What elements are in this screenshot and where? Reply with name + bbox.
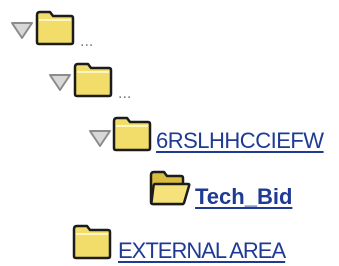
folder-open-icon[interactable] — [147, 166, 191, 206]
tree-node-link[interactable]: Tech_Bid — [195, 184, 292, 210]
tree-node-link[interactable]: 6RSLHHCCIEFW — [156, 128, 324, 154]
tree-node-link[interactable]: EXTERNAL AREA — [118, 238, 286, 264]
folder-tree: ... ... 6RSLHHCCIEFW Tech_Bid EXTERNAL A… — [0, 0, 339, 266]
tree-node-level-1[interactable]: ... — [40, 48, 160, 102]
folder-closed-icon[interactable] — [33, 6, 77, 46]
tree-node-external-area[interactable]: EXTERNAL AREA — [70, 218, 339, 266]
expand-triangle-icon[interactable] — [48, 72, 72, 92]
expand-triangle-icon[interactable] — [10, 20, 34, 40]
tree-node-root[interactable]: ... — [0, 0, 120, 50]
tree-node-6rslhhcciefw[interactable]: 6RSLHHCCIEFW — [82, 106, 339, 154]
folder-closed-icon[interactable] — [110, 112, 154, 152]
tree-node-label[interactable]: ... — [118, 86, 131, 102]
expand-triangle-icon[interactable] — [88, 128, 112, 148]
tree-node-tech-bid[interactable]: Tech_Bid — [145, 166, 305, 214]
folder-closed-icon[interactable] — [71, 58, 115, 98]
folder-closed-icon[interactable] — [70, 220, 114, 260]
